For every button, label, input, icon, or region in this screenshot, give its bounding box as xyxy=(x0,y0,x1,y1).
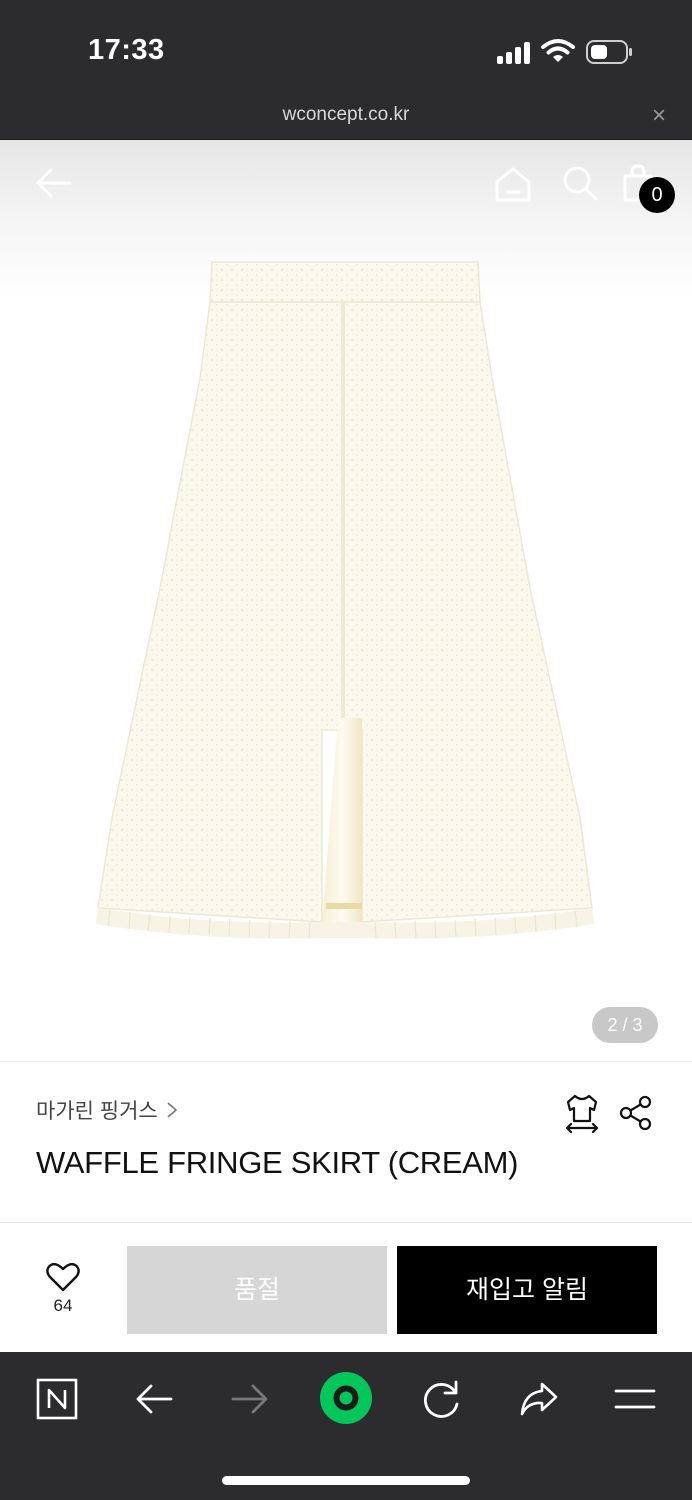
browser-url-bar[interactable]: wconcept.co.kr × xyxy=(0,96,692,140)
menu-icon[interactable] xyxy=(610,1374,660,1424)
restock-alert-button[interactable]: 재입고 알림 xyxy=(397,1246,657,1334)
like-button[interactable]: 64 xyxy=(30,1262,96,1332)
back-arrow-icon[interactable] xyxy=(129,1374,179,1424)
status-time: 17:33 xyxy=(88,34,165,66)
brand-link[interactable]: 마가린 핑거스 xyxy=(36,1095,178,1125)
reload-icon[interactable] xyxy=(417,1374,467,1424)
share-arrow-icon[interactable] xyxy=(514,1374,564,1424)
product-image xyxy=(96,261,594,939)
search-icon[interactable] xyxy=(561,164,599,202)
signal-icon xyxy=(497,42,531,64)
wifi-icon xyxy=(541,39,575,62)
purchase-action-bar: 64 품절 재입고 알림 xyxy=(0,1224,692,1352)
green-circle-icon[interactable] xyxy=(318,1370,374,1426)
product-title: WAFFLE FRINGE SKIRT (CREAM) xyxy=(36,1145,519,1180)
size-guide-shirt-icon[interactable] xyxy=(564,1093,600,1133)
url-text[interactable]: wconcept.co.kr xyxy=(0,104,692,126)
product-info: 마가린 핑거스 WAFFLE FRINGE SKIRT (CREAM) xyxy=(0,1063,692,1223)
home-indicator[interactable] xyxy=(222,1476,470,1485)
soldout-button[interactable]: 품절 xyxy=(127,1246,387,1334)
product-image-gallery[interactable]: 0 2 / 3 xyxy=(0,140,692,1062)
home-icon[interactable] xyxy=(494,166,532,202)
image-page-indicator: 2 / 3 xyxy=(592,1007,658,1043)
heart-icon xyxy=(46,1262,80,1292)
close-tab-button[interactable]: × xyxy=(652,102,666,130)
like-count: 64 xyxy=(53,1296,73,1315)
battery-icon xyxy=(586,40,632,64)
brand-name[interactable]: 마가린 핑거스 xyxy=(36,1095,158,1125)
cart-count-badge[interactable]: 0 xyxy=(639,177,675,213)
browser-toolbar xyxy=(0,1352,692,1500)
forward-arrow-icon[interactable] xyxy=(225,1374,275,1424)
naver-n-icon[interactable] xyxy=(32,1374,82,1424)
chevron-right-icon xyxy=(167,1102,177,1118)
status-bar: 17:33 xyxy=(0,0,692,96)
share-icon[interactable] xyxy=(618,1095,654,1131)
back-arrow-icon[interactable] xyxy=(34,166,72,200)
